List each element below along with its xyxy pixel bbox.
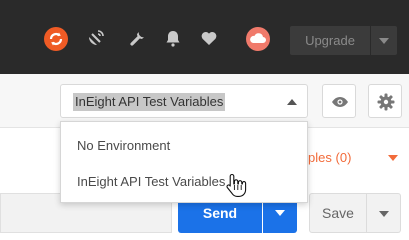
- app-header: Upgrade: [0, 0, 409, 74]
- chevron-down-icon: [379, 211, 389, 217]
- upgrade-menu-button[interactable]: [371, 26, 397, 55]
- chevron-down-icon: [388, 155, 398, 161]
- menu-item-no-environment[interactable]: No Environment: [61, 128, 307, 164]
- satellite-icon[interactable]: [86, 28, 106, 48]
- gear-icon: [377, 93, 395, 111]
- hand-cursor-icon: [226, 173, 247, 197]
- eye-icon: [332, 97, 348, 107]
- wrench-icon[interactable]: [128, 28, 148, 48]
- environment-select[interactable]: InEight API Test Variables: [60, 84, 308, 118]
- save-button[interactable]: Save: [309, 193, 367, 233]
- chevron-up-icon: [287, 99, 297, 105]
- menu-item-ineight-api-test-variables[interactable]: InEight API Test Variables: [61, 164, 307, 200]
- heart-icon[interactable]: [199, 28, 219, 48]
- chevron-down-icon: [379, 38, 389, 44]
- upgrade-button[interactable]: Upgrade: [290, 26, 370, 55]
- chevron-down-icon: [275, 210, 285, 216]
- environment-dropdown-menu: No Environment InEight API Test Variable…: [60, 121, 308, 203]
- environment-quick-look-button[interactable]: [322, 84, 356, 118]
- sync-icon[interactable]: [44, 27, 68, 51]
- environment-selected-value: InEight API Test Variables: [73, 93, 226, 111]
- cloud-icon[interactable]: [246, 27, 270, 51]
- save-options-button[interactable]: [367, 193, 401, 233]
- bell-icon[interactable]: [163, 28, 183, 48]
- manage-environments-button[interactable]: [368, 84, 402, 118]
